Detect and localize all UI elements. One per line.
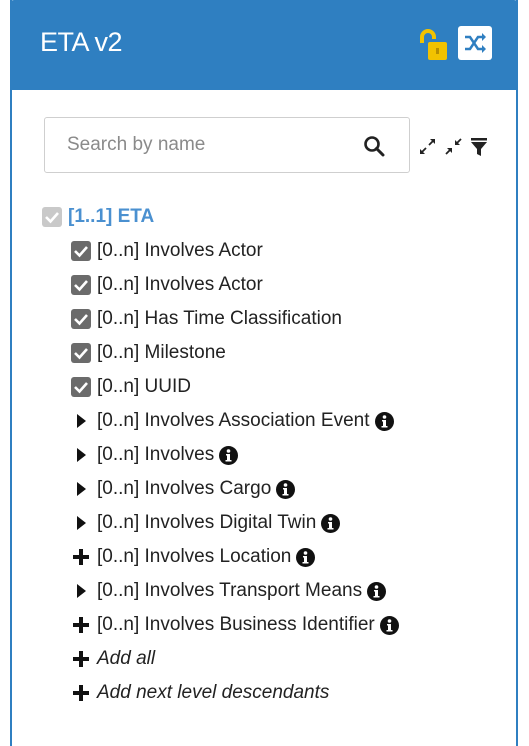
relationship-panel: ETA v2 Search by name [1..1] ETA [0..n] … — [10, 0, 518, 746]
checkbox-checked-icon[interactable] — [71, 241, 91, 261]
caret-right-icon[interactable] — [71, 581, 91, 601]
tree-root[interactable]: [1..1] ETA — [42, 200, 154, 234]
unlocked-padlock-icon[interactable] — [418, 28, 448, 62]
tree-item[interactable]: [0..n] Involves Association Event — [71, 404, 394, 438]
collapse-arrows-icon[interactable] — [444, 136, 464, 158]
tree-item[interactable]: [0..n] Involves — [71, 438, 239, 472]
tree-item-label: [0..n] UUID — [97, 376, 191, 397]
tree-item[interactable]: [0..n] Involves Transport Means — [71, 574, 387, 608]
search-input[interactable] — [45, 118, 355, 172]
tree-item[interactable]: [0..n] Involves Business Identifier — [71, 608, 399, 642]
caret-right-icon[interactable] — [71, 479, 91, 499]
shuffle-button[interactable] — [458, 26, 492, 60]
panel-title: ETA v2 — [40, 27, 123, 57]
expand-arrows-icon[interactable] — [418, 136, 438, 158]
tree-item-label: [0..n] Involves Digital Twin — [97, 512, 317, 533]
panel-header: ETA v2 — [10, 0, 518, 90]
info-icon[interactable] — [219, 445, 239, 465]
info-icon[interactable] — [296, 547, 316, 567]
tree-item[interactable]: [0..n] Involves Location — [71, 540, 316, 574]
caret-right-icon[interactable] — [71, 411, 91, 431]
info-icon[interactable] — [321, 513, 341, 533]
add-next-level-action[interactable]: Add next level descendants — [71, 676, 329, 710]
tree-item-label: [0..n] Involves Location — [97, 546, 292, 567]
info-icon[interactable] — [374, 411, 394, 431]
tree-item[interactable]: [0..n] Has Time Classification — [71, 302, 342, 336]
info-icon[interactable] — [367, 581, 387, 601]
info-icon[interactable] — [379, 615, 399, 635]
tree-item-label: [0..n] Involves Business Identifier — [97, 614, 375, 635]
tree-item[interactable]: [0..n] Involves Actor — [71, 234, 263, 268]
checkbox-checked-icon[interactable] — [71, 275, 91, 295]
plus-icon[interactable] — [71, 649, 91, 669]
caret-right-icon[interactable] — [71, 513, 91, 533]
tree-item[interactable]: [0..n] Milestone — [71, 336, 226, 370]
plus-icon[interactable] — [71, 615, 91, 635]
plus-icon[interactable] — [71, 547, 91, 567]
tree-item[interactable]: [0..n] Involves Actor — [71, 268, 263, 302]
tree-item[interactable]: [0..n] Involves Cargo — [71, 472, 296, 506]
shuffle-icon — [465, 33, 486, 53]
add-all-label[interactable]: Add all — [97, 648, 155, 670]
filter-icon[interactable] — [469, 136, 489, 158]
caret-right-icon[interactable] — [71, 445, 91, 465]
tree-item-label: [0..n] Involves Actor — [97, 240, 263, 261]
search-box — [44, 117, 410, 173]
plus-icon[interactable] — [71, 683, 91, 703]
tree-item-label: [0..n] Involves Association Event — [97, 410, 370, 431]
tree-item-label: [0..n] Involves Cargo — [97, 478, 272, 499]
search-icon[interactable] — [363, 135, 385, 157]
tree-item-label: [0..n] Involves — [97, 444, 215, 465]
add-next-level-label[interactable]: Add next level descendants — [97, 682, 329, 704]
tree-item[interactable]: [0..n] Involves Digital Twin — [71, 506, 341, 540]
tree-item-label: [0..n] Milestone — [97, 342, 226, 363]
checkbox-checked-icon[interactable] — [71, 309, 91, 329]
tree-item-label: [0..n] Involves Transport Means — [97, 580, 363, 601]
checkbox-checked-icon[interactable] — [71, 343, 91, 363]
info-icon[interactable] — [276, 479, 296, 499]
checkbox-checked-disabled-icon[interactable] — [42, 207, 62, 227]
checkbox-checked-icon[interactable] — [71, 377, 91, 397]
add-all-action[interactable]: Add all — [71, 642, 155, 676]
tree-item-label: [0..n] Has Time Classification — [97, 308, 342, 329]
tree-item[interactable]: [0..n] UUID — [71, 370, 191, 404]
tree-root-label: [1..1] ETA — [68, 206, 155, 227]
tree-item-label: [0..n] Involves Actor — [97, 274, 263, 295]
